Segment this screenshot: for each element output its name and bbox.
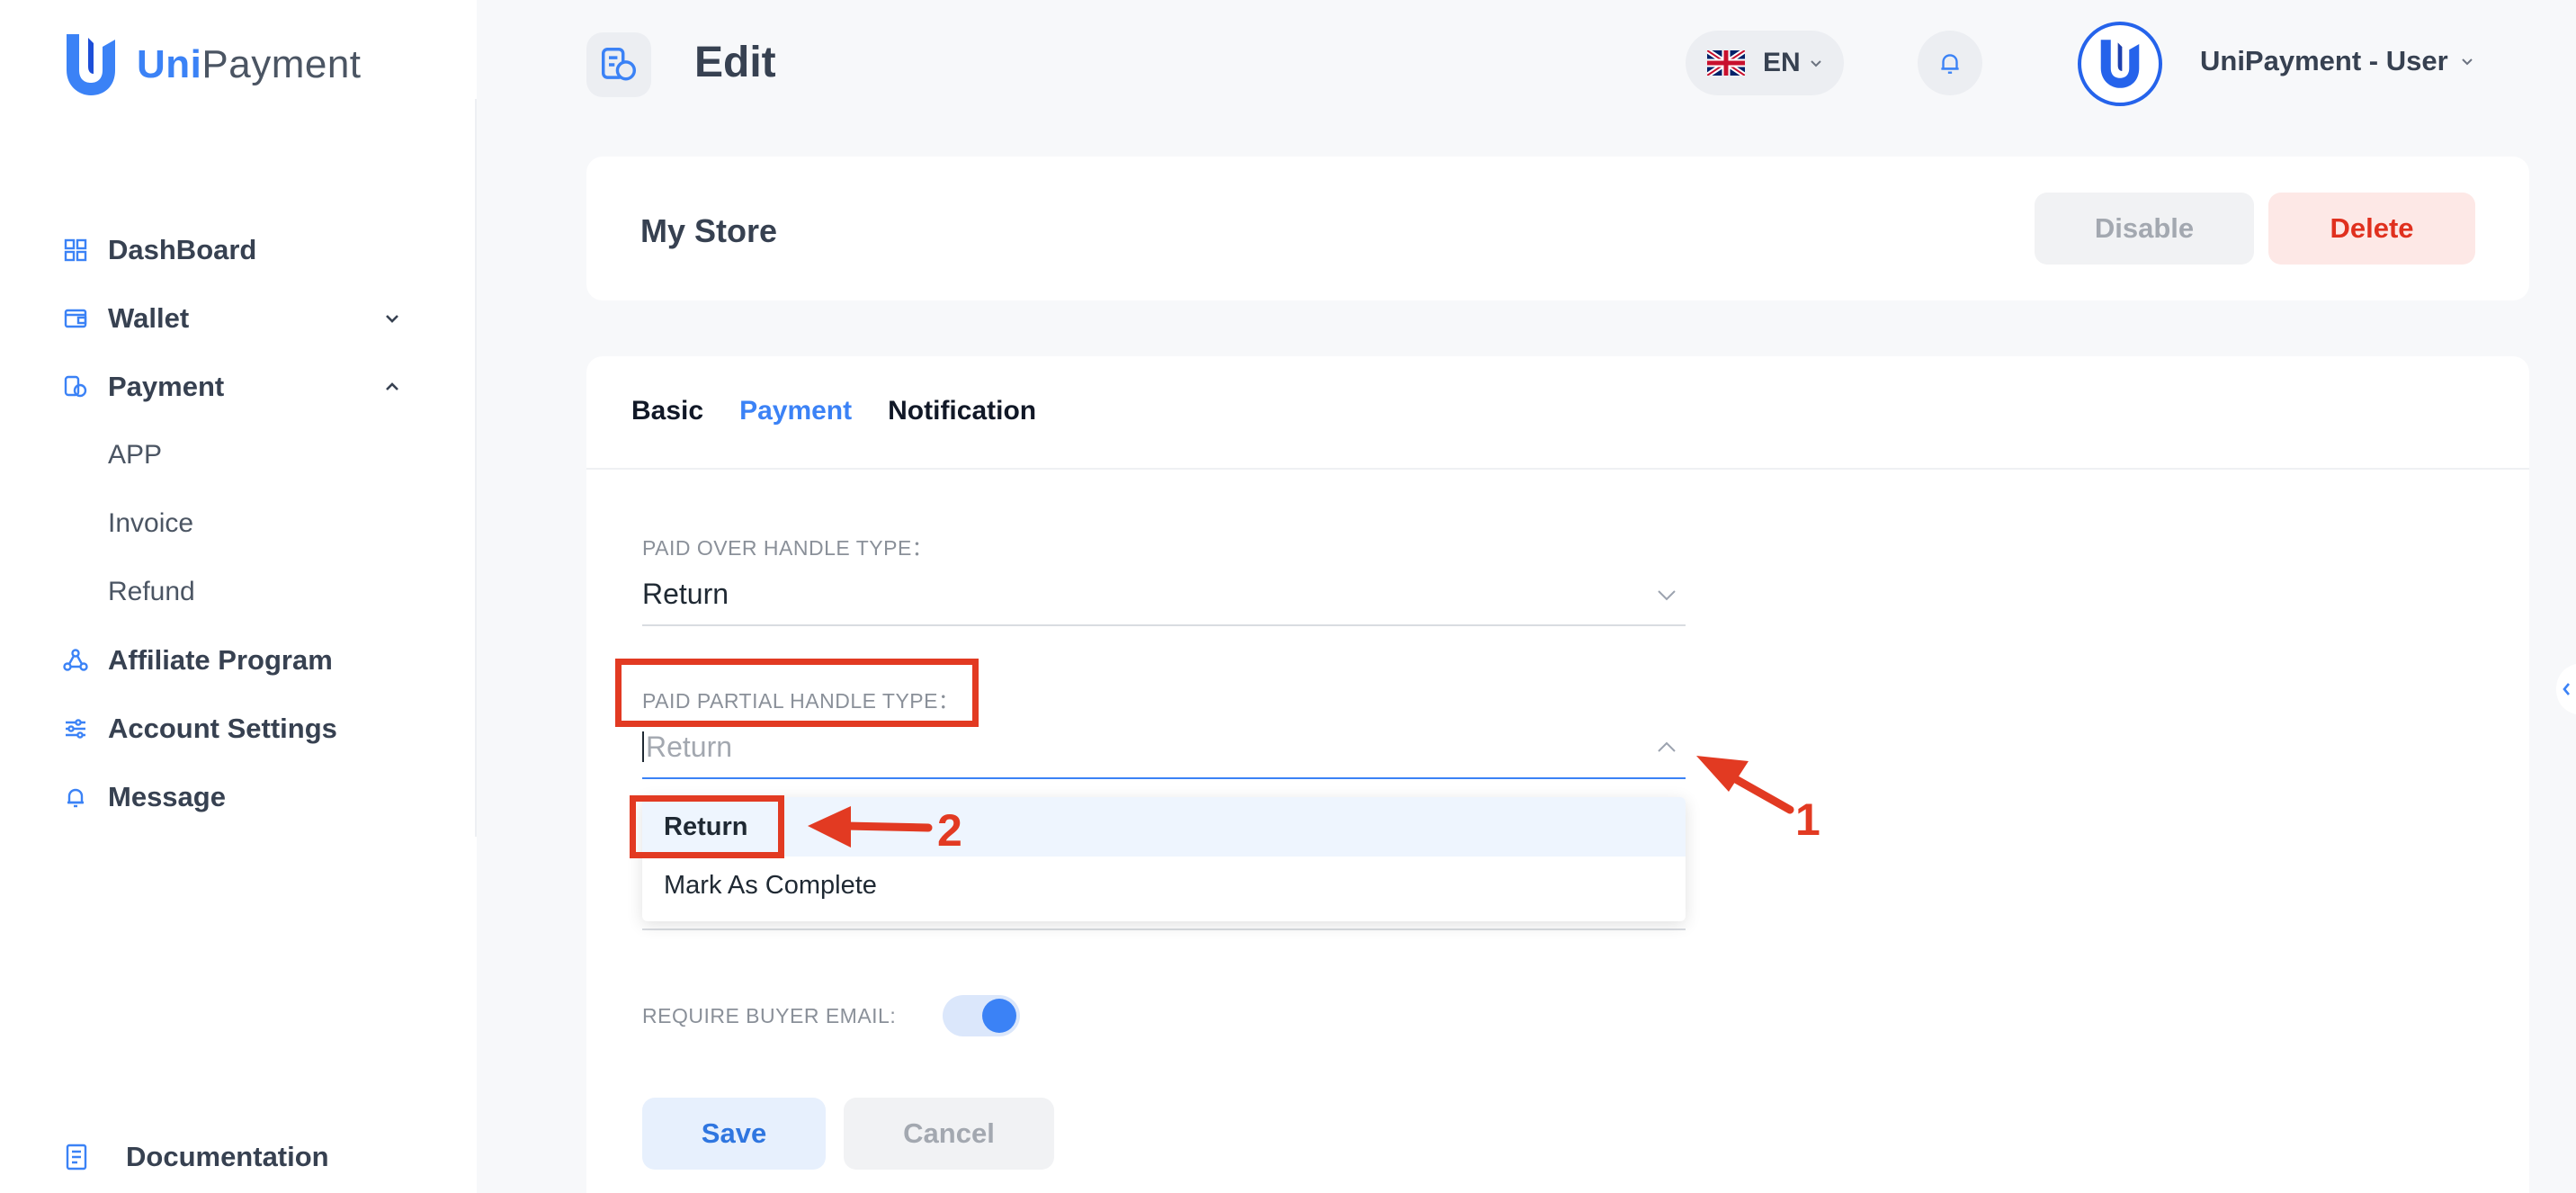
save-button[interactable]: Save	[642, 1098, 826, 1170]
handle-type-dropdown: Return Mark As Complete	[642, 797, 1686, 921]
coins-icon	[601, 47, 637, 81]
tab-payment[interactable]: Payment	[739, 396, 852, 426]
unipayment-logo-icon	[67, 34, 115, 95]
sidebar-item-affiliate-program[interactable]: Affiliate Program	[63, 635, 405, 686]
user-menu[interactable]: UniPayment - User	[2200, 45, 2475, 77]
chevron-down-icon	[1658, 590, 1676, 601]
annotation-box-return-option	[630, 795, 784, 858]
user-name-label: UniPayment - User	[2200, 45, 2448, 76]
avatar[interactable]	[2078, 22, 2162, 106]
wallet-icon	[64, 309, 87, 328]
chevron-down-icon	[1810, 60, 1821, 67]
sidebar-subitem-app[interactable]: APP	[108, 430, 162, 480]
documentation-label: Documentation	[126, 1141, 329, 1172]
sidebar-item-payment[interactable]: Payment	[63, 362, 405, 412]
unipayment-logo-icon	[2100, 40, 2140, 88]
sidebar-item-label: DashBoard	[108, 234, 257, 265]
tab-basic[interactable]: Basic	[631, 396, 703, 426]
annotation-box-partial-label	[615, 659, 979, 727]
sidebar-item-account-settings[interactable]: Account Settings	[63, 704, 405, 754]
document-icon	[66, 1144, 87, 1171]
sidebar-item-wallet[interactable]: Wallet	[63, 293, 405, 344]
bell-icon	[67, 788, 84, 808]
field-underline	[642, 928, 1686, 930]
paid-partial-placeholder: Return	[646, 730, 733, 763]
chevron-down-icon	[386, 315, 398, 323]
uk-flag-icon	[1707, 50, 1745, 76]
sidebar-item-label: Affiliate Program	[108, 644, 333, 676]
text-cursor	[642, 731, 644, 762]
option-mark-as-complete[interactable]: Mark As Complete	[642, 857, 1686, 914]
bell-icon	[1941, 54, 1959, 74]
sidebar-item-documentation[interactable]: Documentation	[63, 1141, 329, 1173]
notification-button[interactable]	[1918, 31, 1982, 95]
chevron-up-icon	[1658, 741, 1676, 752]
coins-icon	[64, 375, 87, 398]
brand-logo[interactable]: UniPayment	[61, 31, 362, 99]
language-label: EN	[1763, 48, 1801, 77]
language-selector[interactable]: EN	[1686, 31, 1844, 95]
tab-bar: Basic Payment Notification	[631, 396, 1072, 426]
store-card: My Store Disable Delete	[586, 157, 2529, 300]
paid-over-label: PAID OVER HANDLE TYPE：	[642, 536, 934, 560]
sidebar-item-dashboard[interactable]: DashBoard	[63, 225, 405, 275]
require-email-label: REQUIRE BUYER EMAIL:	[642, 1004, 897, 1027]
sliders-icon	[66, 719, 85, 739]
annotation-number-1: 1	[1795, 794, 1820, 845]
delete-button[interactable]: Delete	[2268, 193, 2475, 265]
sidebar-item-message[interactable]: Message	[63, 772, 405, 822]
option-return[interactable]: Return	[642, 797, 1686, 857]
chevron-down-icon	[2461, 58, 2473, 66]
brand-name: UniPayment	[137, 42, 362, 86]
require-email-toggle[interactable]	[943, 995, 1020, 1036]
toggle-knob	[982, 999, 1016, 1033]
disable-button[interactable]: Disable	[2035, 193, 2254, 265]
tab-notification[interactable]: Notification	[888, 396, 1036, 426]
page-icon	[586, 32, 651, 97]
sidebar-item-label: Payment	[108, 371, 225, 402]
page-title: Edit	[694, 39, 776, 86]
settings-card: Basic Payment Notification PAID OVER HAN…	[586, 356, 2529, 1193]
sidebar: UniPayment DashBoard Wallet Payment APP …	[0, 0, 477, 1193]
sidebar-item-label: Message	[108, 781, 226, 812]
chevron-up-icon	[386, 382, 398, 390]
paid-over-value: Return	[642, 577, 729, 610]
sidebar-item-label: Wallet	[108, 302, 190, 334]
paid-over-select[interactable]: Return	[642, 563, 1686, 626]
sidebar-item-label: Account Settings	[108, 713, 337, 744]
annotation-number-2: 2	[937, 805, 962, 856]
sidebar-subitem-refund[interactable]: Refund	[108, 567, 195, 617]
collapse-panel-icon[interactable]	[2554, 664, 2576, 714]
sidebar-subitem-invoice[interactable]: Invoice	[108, 498, 193, 549]
network-icon	[63, 649, 88, 671]
grid-icon	[64, 238, 87, 262]
tabs-divider	[586, 468, 2529, 470]
cancel-button[interactable]: Cancel	[844, 1098, 1054, 1170]
sidebar-divider	[475, 99, 477, 837]
store-title: My Store	[640, 212, 778, 249]
